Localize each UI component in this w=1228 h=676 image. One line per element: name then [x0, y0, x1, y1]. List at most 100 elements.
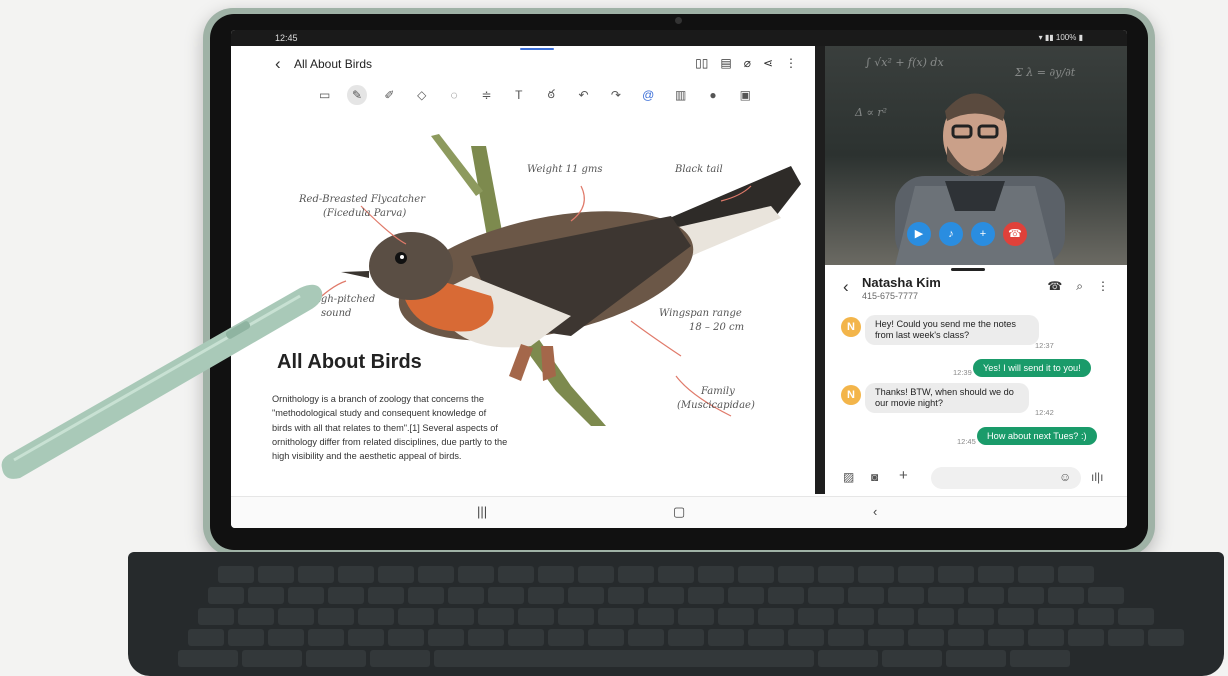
- key[interactable]: [728, 587, 764, 604]
- key[interactable]: [418, 566, 454, 583]
- key[interactable]: [928, 587, 964, 604]
- key[interactable]: [528, 587, 564, 604]
- key[interactable]: [648, 587, 684, 604]
- key[interactable]: [1028, 629, 1064, 646]
- key[interactable]: [328, 587, 364, 604]
- key[interactable]: [408, 587, 444, 604]
- back-icon[interactable]: ‹: [275, 54, 281, 74]
- key[interactable]: [208, 587, 244, 604]
- page-icon[interactable]: ▤: [720, 56, 731, 70]
- key[interactable]: [948, 629, 984, 646]
- key[interactable]: [488, 587, 524, 604]
- key[interactable]: [658, 566, 694, 583]
- key[interactable]: [568, 587, 604, 604]
- key[interactable]: [748, 629, 784, 646]
- key[interactable]: [1018, 566, 1054, 583]
- key[interactable]: [898, 566, 934, 583]
- key[interactable]: [228, 629, 264, 646]
- key[interactable]: [688, 587, 724, 604]
- key[interactable]: [388, 629, 424, 646]
- text-style-icon[interactable]: ≑: [477, 88, 496, 102]
- key[interactable]: [448, 587, 484, 604]
- key[interactable]: [848, 587, 884, 604]
- key[interactable]: [818, 566, 854, 583]
- key[interactable]: [1068, 629, 1104, 646]
- key[interactable]: [238, 608, 274, 625]
- key[interactable]: [1118, 608, 1154, 625]
- key[interactable]: [588, 629, 624, 646]
- key[interactable]: [198, 608, 234, 625]
- key[interactable]: [438, 608, 474, 625]
- video-toggle-icon[interactable]: ▶: [907, 222, 931, 246]
- key[interactable]: [1058, 566, 1094, 583]
- key[interactable]: [888, 587, 924, 604]
- key[interactable]: [946, 650, 1006, 667]
- key[interactable]: [808, 587, 844, 604]
- key[interactable]: [378, 566, 414, 583]
- search-icon[interactable]: ⌕: [1076, 279, 1083, 294]
- key[interactable]: [268, 629, 304, 646]
- key[interactable]: [918, 608, 954, 625]
- key[interactable]: [738, 566, 774, 583]
- template-icon[interactable]: ▣: [736, 88, 755, 102]
- key[interactable]: [298, 566, 334, 583]
- key[interactable]: [958, 608, 994, 625]
- divider-handle[interactable]: [951, 268, 985, 271]
- shapes-icon[interactable]: ●: [703, 88, 722, 102]
- key[interactable]: [1108, 629, 1144, 646]
- insert-icon[interactable]: ▥: [671, 88, 690, 102]
- split-divider[interactable]: [815, 46, 825, 494]
- key[interactable]: [258, 566, 294, 583]
- key[interactable]: [858, 566, 894, 583]
- key[interactable]: [788, 629, 824, 646]
- key[interactable]: [1088, 587, 1124, 604]
- add-participant-icon[interactable]: +: [971, 222, 995, 246]
- key[interactable]: [818, 650, 878, 667]
- key[interactable]: [1148, 629, 1184, 646]
- key[interactable]: [978, 566, 1014, 583]
- ink-icon[interactable]: ఠ: [542, 87, 561, 104]
- key[interactable]: [428, 629, 464, 646]
- lasso-icon[interactable]: ◌: [444, 88, 463, 102]
- undo-icon[interactable]: ↶: [574, 88, 593, 102]
- key[interactable]: [338, 566, 374, 583]
- key[interactable]: [538, 566, 574, 583]
- key[interactable]: [708, 629, 744, 646]
- key[interactable]: [988, 629, 1024, 646]
- key[interactable]: [938, 566, 974, 583]
- end-call-icon[interactable]: ☎: [1003, 222, 1027, 246]
- key[interactable]: [798, 608, 834, 625]
- mic-icon[interactable]: ♪: [939, 222, 963, 246]
- key[interactable]: [398, 608, 434, 625]
- key[interactable]: [558, 608, 594, 625]
- key[interactable]: [1008, 587, 1044, 604]
- gallery-icon[interactable]: ▨: [843, 470, 854, 484]
- key[interactable]: [318, 608, 354, 625]
- key[interactable]: [308, 629, 344, 646]
- key[interactable]: [178, 650, 238, 667]
- key[interactable]: [278, 608, 314, 625]
- chat-back-icon[interactable]: ‹: [843, 277, 849, 297]
- key[interactable]: [548, 629, 584, 646]
- key[interactable]: [478, 608, 514, 625]
- key[interactable]: [188, 629, 224, 646]
- phone-icon[interactable]: ☎: [1047, 279, 1062, 294]
- key[interactable]: [868, 629, 904, 646]
- key[interactable]: [468, 629, 504, 646]
- key[interactable]: [242, 650, 302, 667]
- key[interactable]: [718, 608, 754, 625]
- key[interactable]: [498, 566, 534, 583]
- key[interactable]: [618, 566, 654, 583]
- key[interactable]: [968, 587, 1004, 604]
- more-icon[interactable]: ⋮: [1097, 279, 1109, 294]
- pen-settings-icon[interactable]: @: [639, 88, 658, 102]
- key[interactable]: [218, 566, 254, 583]
- recent-apps-icon[interactable]: |||: [477, 504, 487, 519]
- key[interactable]: [828, 629, 864, 646]
- pen-icon[interactable]: ✎: [347, 85, 367, 105]
- book-icon[interactable]: ▯▯: [695, 56, 708, 70]
- key[interactable]: [288, 587, 324, 604]
- attach-icon[interactable]: ⌀: [744, 56, 751, 70]
- key[interactable]: [348, 629, 384, 646]
- key[interactable]: [370, 650, 430, 667]
